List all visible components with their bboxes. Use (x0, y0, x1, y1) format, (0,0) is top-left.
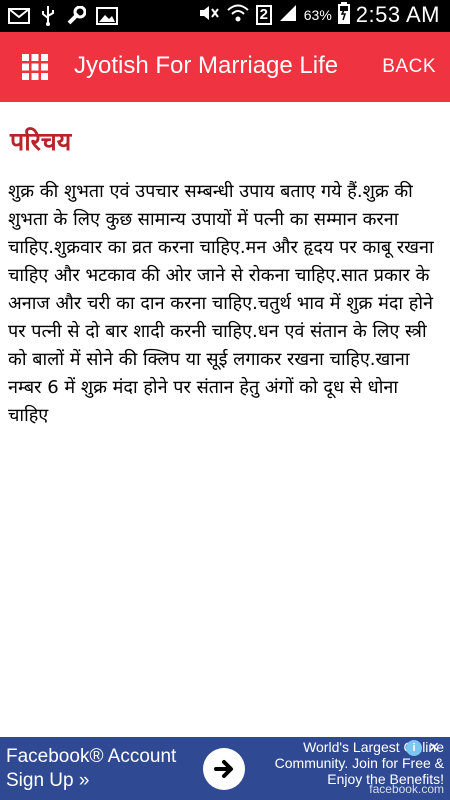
article-body: शुक्र की शुभता एवं उपचार सम्बन्धी उपाय ब… (8, 181, 434, 426)
grid-menu-icon[interactable] (22, 54, 48, 80)
clock: 2:53 AM (355, 2, 440, 27)
usb-icon (40, 6, 56, 30)
section-heading: परिचय (10, 127, 72, 156)
ad-source: facebook.com (369, 782, 444, 796)
battery-percent: 63% (303, 7, 332, 23)
app-title: Jyotish For Marriage Life (74, 52, 339, 79)
signal-icon (278, 3, 298, 27)
sim-2-icon: 2 (255, 5, 272, 25)
back-button[interactable]: BACK (382, 56, 436, 78)
ad-close-icon[interactable]: ✕ (426, 739, 442, 755)
mute-icon (198, 3, 220, 27)
ad-headline[interactable]: Facebook® Account Sign Up » (6, 745, 196, 793)
status-left-icons (8, 5, 118, 30)
status-right-icons: 2 63% 2:53 AM (198, 2, 440, 28)
wrench-icon (66, 5, 87, 30)
ad-info-icon[interactable]: i (406, 740, 422, 756)
image-icon (96, 7, 118, 29)
status-bar: 2 63% 2:53 AM (0, 0, 450, 32)
mail-icon (8, 8, 30, 28)
battery-charging-icon (337, 2, 350, 28)
ad-banner[interactable]: Facebook® Account Sign Up » World's Larg… (0, 737, 450, 800)
app-bar: Jyotish For Marriage Life BACK (0, 32, 450, 102)
arrow-right-icon[interactable] (203, 748, 245, 790)
wifi-icon (226, 3, 250, 27)
